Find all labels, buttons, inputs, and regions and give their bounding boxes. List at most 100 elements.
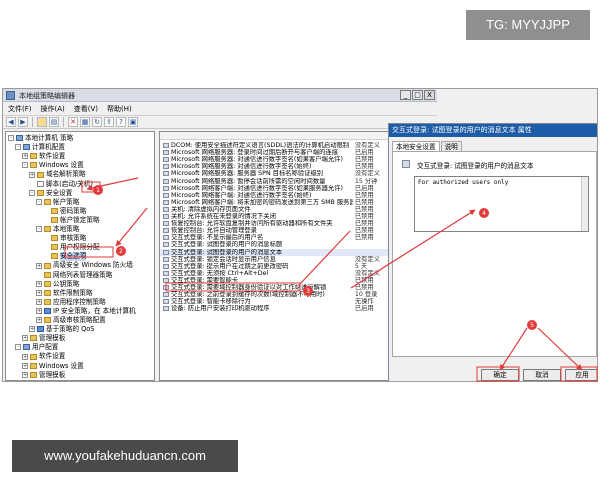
minimize-button[interactable]: _: [400, 90, 411, 100]
policy-row[interactable]: Microsoft 网络服务器: 对通信进行数字签名(如果客户端允许) 已禁用: [160, 156, 388, 164]
folder-up-icon[interactable]: [37, 117, 47, 127]
policy-row[interactable]: Microsoft 网络服务器: 登录时间过期后断开与客户端的连接 已启用: [160, 149, 388, 156]
collapse-icon[interactable]: -: [8, 135, 14, 142]
policy-row[interactable]: 恢复控制台: 允许自动管理登录 已禁用: [160, 227, 388, 234]
collapse-icon[interactable]: -: [15, 344, 21, 351]
policy-name: Microsoft 网络服务器: 对通信进行数字签名(如果客户端允许): [171, 156, 343, 164]
tree-node[interactable]: + 域名解析策略: [29, 170, 86, 178]
collapse-icon[interactable]: -: [36, 198, 42, 205]
menu-view[interactable]: 查看(V): [74, 104, 98, 114]
expand-icon[interactable]: +: [29, 326, 35, 333]
policy-row[interactable]: Microsoft 网络客户端: 对通信进行数字签名(如果服务器允许) 已启用: [160, 185, 388, 192]
tree-node[interactable]: - 帐户策略: [36, 198, 79, 206]
policy-row[interactable]: Microsoft 网络客户端: 对通信进行数字签名(始终) 已禁用: [160, 192, 388, 199]
expand-icon[interactable]: +: [29, 171, 35, 178]
export-icon[interactable]: ⇪: [104, 117, 114, 127]
menu-help[interactable]: 帮助(H): [107, 104, 132, 114]
tree-node[interactable]: + IP 安全策略，在 本地计算机: [36, 307, 136, 315]
tree-node[interactable]: + 软件设置: [22, 352, 65, 360]
tree-node[interactable]: - Windows 设置: [22, 161, 84, 169]
policy-row[interactable]: 交互式登录: 无须按 Ctrl+Alt+Del 没有定义: [160, 270, 388, 277]
menu-file[interactable]: 文件(F): [8, 104, 32, 114]
expand-icon[interactable]: +: [36, 308, 42, 315]
expand-icon[interactable]: +: [22, 335, 28, 342]
policy-row[interactable]: 交互式登录: 试图登录的用户的消息文本: [160, 248, 388, 256]
tree-node[interactable]: + 应用程序控制策略: [36, 298, 106, 306]
tree-node[interactable]: 帐户锁定策略: [43, 216, 100, 224]
tree-node[interactable]: + 软件限制策略: [36, 289, 93, 297]
properties-icon[interactable]: ▦: [80, 117, 90, 127]
tree-node[interactable]: + 高级安全 Windows 防火墙: [36, 261, 133, 269]
tree-node[interactable]: + 公钥策略: [36, 280, 79, 288]
policy-row[interactable]: 交互式登录: 智能卡移除行为 无操作: [160, 298, 388, 305]
policy-row[interactable]: DCOM: 使用安全描述符定义语言(SDDL)语法的计算机启动限制 没有定义: [160, 142, 388, 149]
tree-node[interactable]: + 管理模板: [22, 334, 65, 342]
tree-node[interactable]: 密码策略: [43, 207, 86, 215]
expand-icon[interactable]: +: [22, 371, 28, 378]
tree-node[interactable]: - 用户配置: [15, 343, 58, 351]
show-tree-icon[interactable]: ▤: [49, 117, 59, 127]
tree-node[interactable]: 脚本(启动/关机): [29, 180, 93, 188]
tree-node[interactable]: + 基于策略的 QoS: [29, 325, 94, 333]
policy-list[interactable]: DCOM: 使用安全描述符定义语言(SDDL)语法的计算机启动限制 没有定义 Mic…: [159, 131, 389, 381]
tree-node[interactable]: 网络列表管理器策略: [36, 271, 112, 279]
collapse-icon[interactable]: -: [22, 162, 28, 169]
policy-row[interactable]: Microsoft 网络服务器: 服务器 SPN 目标名称验证级别 没有定义: [160, 170, 388, 177]
policy-row[interactable]: 关机: 允许系统在未登录的情况下关闭 已禁用: [160, 213, 388, 220]
apply-button[interactable]: 应用: [565, 369, 597, 381]
tree-node[interactable]: - 本地计算机 策略: [8, 134, 73, 142]
expand-icon[interactable]: +: [22, 362, 28, 369]
menu-action[interactable]: 操作(A): [41, 104, 65, 114]
policy-row[interactable]: 交互式登录: 提示用户在过期之前更改密码 5 天: [160, 263, 388, 270]
expand-icon[interactable]: +: [36, 317, 42, 324]
ok-button[interactable]: 确定: [481, 369, 519, 381]
policy-row[interactable]: Microsoft 网络服务器: 暂停会话前所需的空闲时间数量 15 分钟: [160, 178, 388, 185]
tree-node[interactable]: + 管理模板: [22, 371, 65, 379]
close-button[interactable]: X: [424, 90, 435, 100]
cancel-button[interactable]: 取消: [523, 369, 561, 381]
help-icon[interactable]: ?: [116, 117, 126, 127]
collapse-icon[interactable]: -: [36, 226, 42, 233]
policy-row[interactable]: 交互式登录: 需要域控制器身份验证以对工作站进行解锁 已禁用: [160, 284, 388, 291]
policy-row[interactable]: 设备: 防止用户安装打印机驱动程序 已启用: [160, 305, 388, 312]
policy-row[interactable]: 关机: 清除虚拟内存页面文件 已禁用: [160, 206, 388, 213]
expand-icon[interactable]: +: [36, 262, 42, 269]
policy-row[interactable]: Microsoft 网络客户端: 将未加密的密码发送到第三方 SMB 服务器 已禁…: [160, 199, 388, 206]
console-tree[interactable]: - 本地计算机 策略 - 计算机配置 + 软件设置 - Windows 设置 + 域名解析策略 脚本…: [5, 131, 155, 381]
forward-icon[interactable]: ▶: [18, 117, 28, 127]
refresh-icon[interactable]: ↻: [92, 117, 102, 127]
tree-node[interactable]: 安全选项: [43, 252, 87, 261]
policy-row[interactable]: 恢复控制台: 允许软盘复制并访问所有驱动器和所有文件夹 已禁用: [160, 220, 388, 227]
tree-node[interactable]: - 本地策略: [36, 225, 79, 233]
expand-icon[interactable]: +: [36, 289, 42, 296]
tree-node[interactable]: 用户权限分配: [43, 243, 100, 251]
collapse-icon[interactable]: -: [29, 189, 35, 196]
policy-row[interactable]: 交互式登录: 不显示最后的用户名 已禁用: [160, 234, 388, 241]
expand-icon[interactable]: +: [36, 280, 42, 287]
tree-node[interactable]: + 高级审核策略配置: [36, 316, 106, 324]
expand-icon[interactable]: +: [22, 353, 28, 360]
policy-row[interactable]: 交互式登录: 试图登录的用户的消息标题: [160, 241, 388, 248]
title-bar[interactable]: 本地组策略编辑器 _ □ X: [3, 89, 437, 102]
policy-row[interactable]: Microsoft 网络服务器: 对通信进行数字签名(始终) 已禁用: [160, 163, 388, 170]
tree-node[interactable]: + 软件设置: [22, 152, 65, 160]
back-icon[interactable]: ◀: [6, 117, 16, 127]
tree-node[interactable]: 审核策略: [43, 234, 86, 242]
expand-icon[interactable]: +: [22, 153, 28, 160]
message-text-input[interactable]: For authorized users only: [414, 176, 589, 232]
delete-icon[interactable]: ✕: [68, 117, 78, 127]
filter-icon[interactable]: ▣: [128, 117, 138, 127]
tree-node[interactable]: - 安全设置: [29, 189, 72, 197]
policy-row[interactable]: 交互式登录: 需要智能卡 已禁用: [160, 277, 388, 284]
expand-icon[interactable]: +: [36, 298, 42, 305]
tree-node[interactable]: - 计算机配置: [15, 143, 65, 151]
dialog-title[interactable]: 交互式登录: 试图登录的用户的消息文本 属性: [389, 124, 597, 137]
list-header[interactable]: [160, 132, 388, 140]
policy-row[interactable]: 交互式登录: 之前登录到缓存的次数(域控制器不可用时) 10 登录: [160, 291, 388, 298]
tree-node[interactable]: + Windows 设置: [22, 362, 84, 370]
collapse-icon[interactable]: -: [15, 144, 21, 151]
maximize-button[interactable]: □: [412, 90, 423, 100]
textarea-scrollbar[interactable]: [581, 177, 588, 231]
policy-row[interactable]: 交互式登录: 锁定会话时显示用户信息 没有定义: [160, 256, 388, 263]
